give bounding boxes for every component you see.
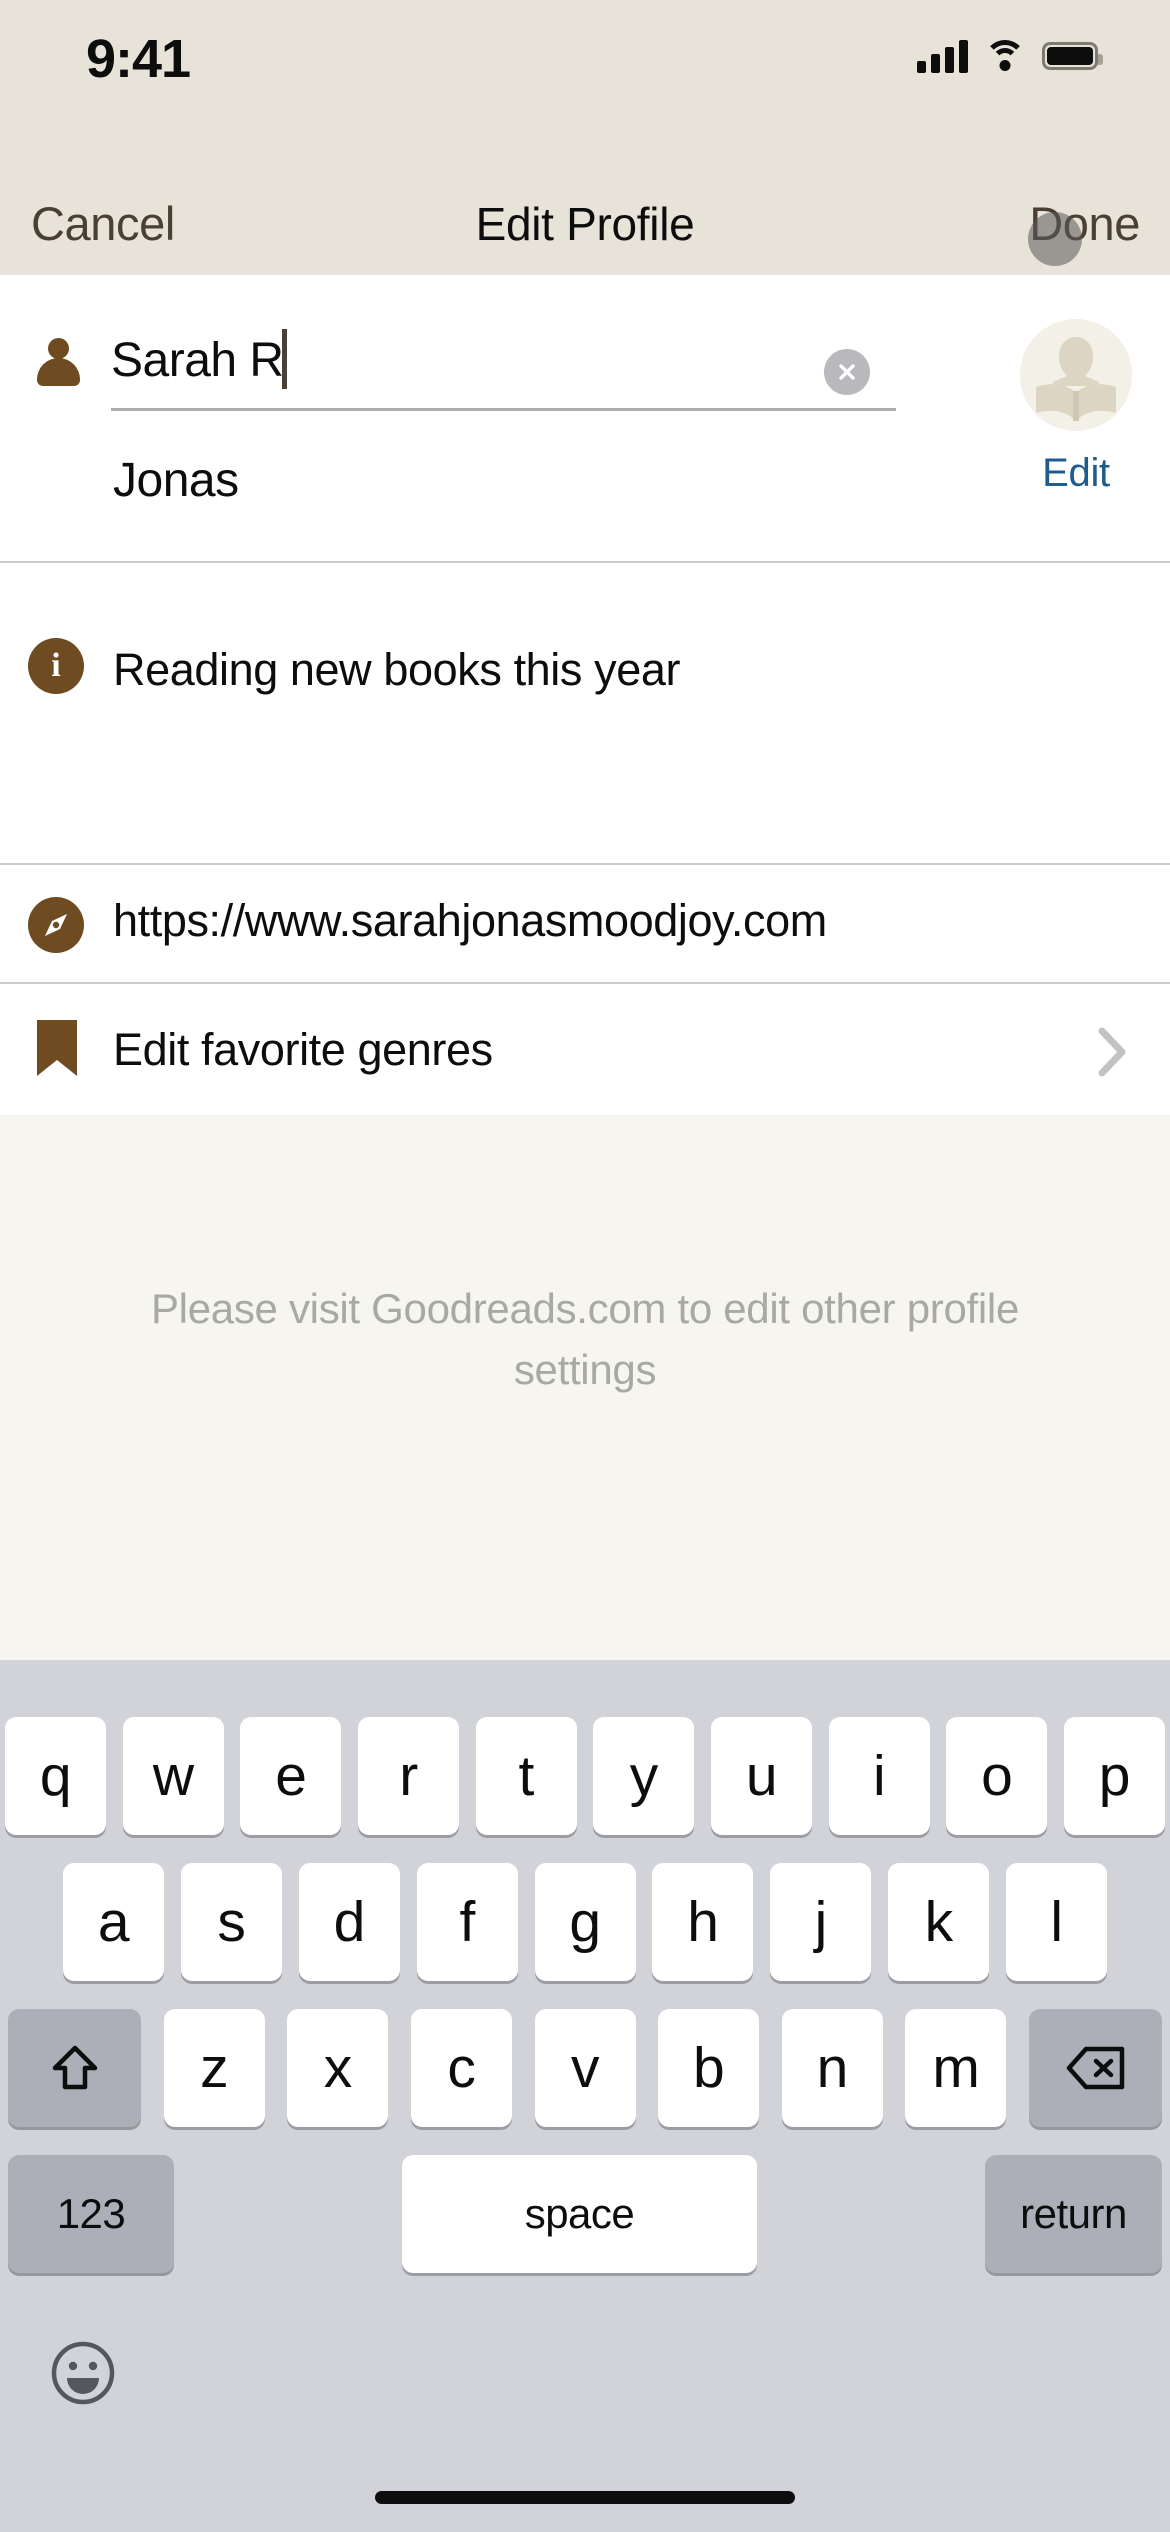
wifi-icon xyxy=(984,40,1026,72)
key-d[interactable]: d xyxy=(298,1863,400,1981)
genres-label: Edit favorite genres xyxy=(113,1024,493,1075)
keyboard-row-2: a s d f g h j k l xyxy=(0,1863,1170,1981)
key-j[interactable]: j xyxy=(770,1863,872,1981)
key-r[interactable]: r xyxy=(357,1717,459,1835)
backspace-icon[interactable] xyxy=(1029,2009,1162,2127)
status-indicators xyxy=(917,30,1103,82)
person-icon xyxy=(34,338,82,392)
key-e[interactable]: e xyxy=(240,1717,342,1835)
key-o[interactable]: o xyxy=(946,1717,1048,1835)
key-k[interactable]: k xyxy=(888,1863,990,1981)
footer-note: Please visit Goodreads.com to edit other… xyxy=(150,1285,1020,1393)
shift-arrow-icon[interactable] xyxy=(8,2009,141,2127)
key-b[interactable]: b xyxy=(658,2009,760,2127)
last-name-value[interactable]: Jonas xyxy=(113,453,239,508)
website-section[interactable]: https://www.sarahjonasmoodjoy.com xyxy=(0,867,1170,984)
key-l[interactable]: l xyxy=(1006,1863,1107,1981)
page-title: Edit Profile xyxy=(475,198,695,250)
key-x[interactable]: x xyxy=(287,2009,389,2127)
avatar[interactable] xyxy=(1020,319,1132,431)
key-a[interactable]: a xyxy=(63,1863,164,1981)
info-icon: i xyxy=(28,638,84,694)
keyboard-row-1: q w e r t y u i o p xyxy=(0,1717,1170,1835)
phone-screen: 9:41 Cancel Edit Profile Done Sarah R Jo… xyxy=(0,0,1170,2532)
key-h[interactable]: h xyxy=(652,1863,754,1981)
key-p[interactable]: p xyxy=(1063,1717,1165,1835)
section-divider xyxy=(0,982,1170,984)
return-key[interactable]: return xyxy=(985,2155,1162,2273)
key-w[interactable]: w xyxy=(122,1717,224,1835)
key-f[interactable]: f xyxy=(416,1863,518,1981)
name-section: Sarah R Jonas Edit xyxy=(0,275,1170,563)
space-key[interactable]: space xyxy=(402,2155,757,2273)
bio-section[interactable]: i Reading new books this year xyxy=(0,565,1170,865)
section-divider xyxy=(0,561,1170,563)
keyboard-row-3: z x c v b n m xyxy=(0,2009,1170,2127)
cellular-signal-icon xyxy=(917,39,968,73)
website-value: https://www.sarahjonasmoodjoy.com xyxy=(113,895,827,946)
genres-row[interactable]: Edit favorite genres xyxy=(0,986,1170,1115)
first-name-underline xyxy=(111,408,896,411)
section-divider xyxy=(0,863,1170,865)
key-g[interactable]: g xyxy=(534,1863,636,1981)
touch-indicator xyxy=(1028,212,1082,266)
key-i[interactable]: i xyxy=(828,1717,930,1835)
first-name-input[interactable]: Sarah R xyxy=(111,323,896,407)
text-caret xyxy=(282,329,287,389)
status-time: 9:41 xyxy=(86,29,191,89)
key-s[interactable]: s xyxy=(180,1863,282,1981)
home-indicator[interactable] xyxy=(375,2491,795,2504)
key-y[interactable]: y xyxy=(593,1717,695,1835)
numbers-key[interactable]: 123 xyxy=(8,2155,174,2273)
chevron-right-icon xyxy=(1096,1026,1128,1083)
battery-icon xyxy=(1042,42,1103,70)
clear-icon[interactable] xyxy=(824,349,870,395)
key-n[interactable]: n xyxy=(781,2009,883,2127)
key-v[interactable]: v xyxy=(534,2009,636,2127)
emoji-smiley-icon[interactable] xyxy=(50,2340,116,2406)
footer-note-area: Please visit Goodreads.com to edit other… xyxy=(0,1115,1170,1660)
key-t[interactable]: t xyxy=(475,1717,577,1835)
first-name-value: Sarah R xyxy=(111,334,284,387)
navigation-bar: Cancel Edit Profile Done xyxy=(0,168,1170,275)
bio-value: Reading new books this year xyxy=(113,644,681,695)
bookmark-icon xyxy=(37,1020,77,1081)
key-q[interactable]: q xyxy=(5,1717,106,1835)
key-u[interactable]: u xyxy=(710,1717,812,1835)
on-screen-keyboard: q w e r t y u i o p a s d f g h j k l z … xyxy=(0,1660,1170,2532)
compass-icon xyxy=(28,897,84,958)
key-m[interactable]: m xyxy=(905,2009,1007,2127)
avatar-edit-button[interactable]: Edit xyxy=(1020,451,1132,496)
key-z[interactable]: z xyxy=(163,2009,265,2127)
keyboard-row-4: 123 space return xyxy=(0,2155,1170,2273)
key-c[interactable]: c xyxy=(410,2009,512,2127)
status-bar: 9:41 xyxy=(0,0,1170,168)
